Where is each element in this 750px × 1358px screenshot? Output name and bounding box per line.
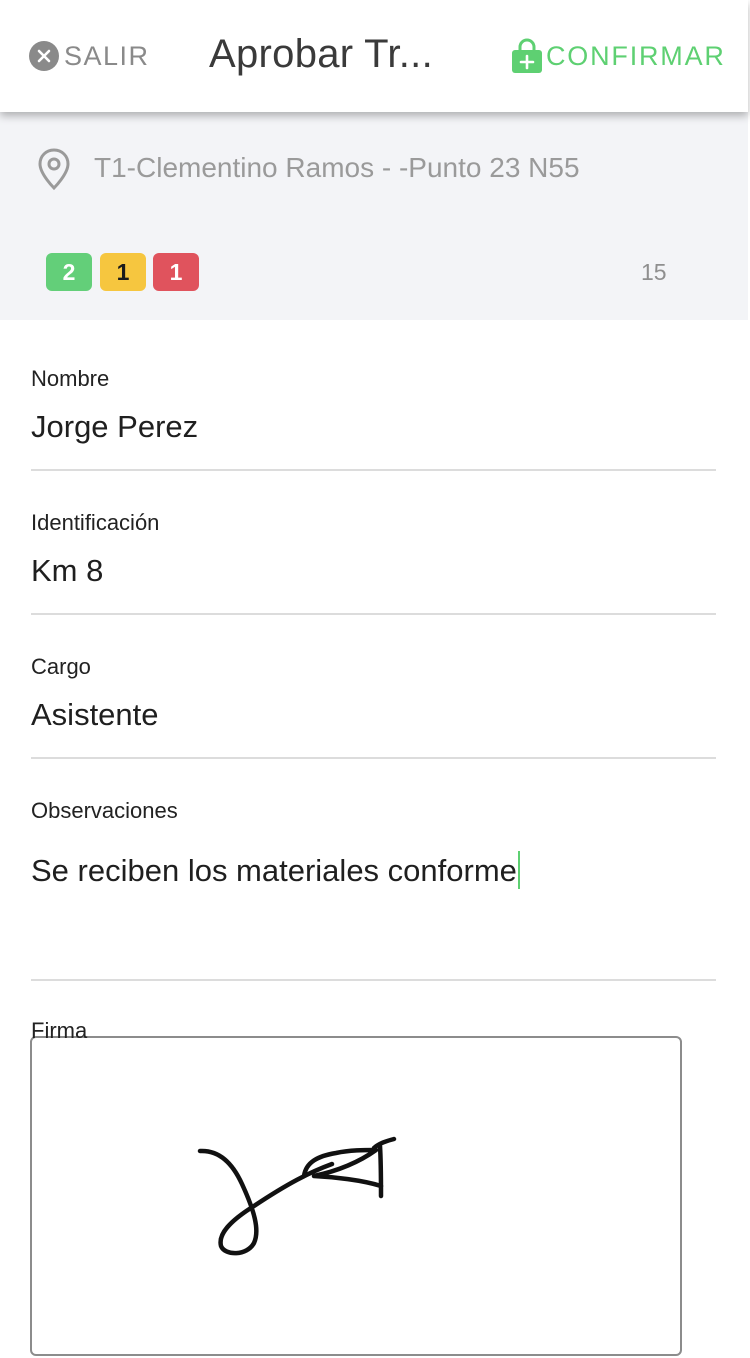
observaciones-field[interactable]: Se reciben los materiales conforme [31,851,520,889]
observaciones-divider [31,979,716,981]
cargo-field[interactable]: Asistente [31,697,159,733]
map-pin-icon [38,148,70,191]
signature-pad[interactable] [30,1036,682,1356]
close-circle-icon [29,41,59,71]
exit-button[interactable]: SALIR [28,38,150,74]
status-badge-yellow: 1 [100,253,146,291]
nombre-label: Nombre [31,366,110,391]
identificacion-field[interactable]: Km 8 [31,553,103,589]
nombre-divider [31,469,716,471]
observaciones-text: Se reciben los materiales conforme [31,853,517,888]
shopping-bag-plus-icon [512,38,542,73]
location-text: T1-Clementino Ramos - -Punto 23 N55 [94,152,580,183]
app-header: SALIR Aprobar Tr... CONFIRMAR [0,0,748,112]
text-cursor [517,851,520,889]
identificacion-divider [31,613,716,615]
page-title: Aprobar Tr... [209,32,433,76]
status-badge-red: 1 [153,253,199,291]
item-count: 15 [641,259,667,285]
cargo-divider [31,757,716,759]
signature-drawing [197,1136,397,1256]
firma-label: Firma [31,1018,88,1043]
cargo-label: Cargo [31,654,91,679]
exit-button-label: SALIR [64,40,150,71]
confirm-button-label: CONFIRMAR [546,40,726,71]
nombre-field[interactable]: Jorge Perez [31,409,198,445]
identificacion-label: Identificación [31,510,160,535]
status-badge-green: 2 [46,253,92,291]
confirm-button[interactable]: CONFIRMAR [510,36,726,76]
observaciones-label: Observaciones [31,798,178,823]
